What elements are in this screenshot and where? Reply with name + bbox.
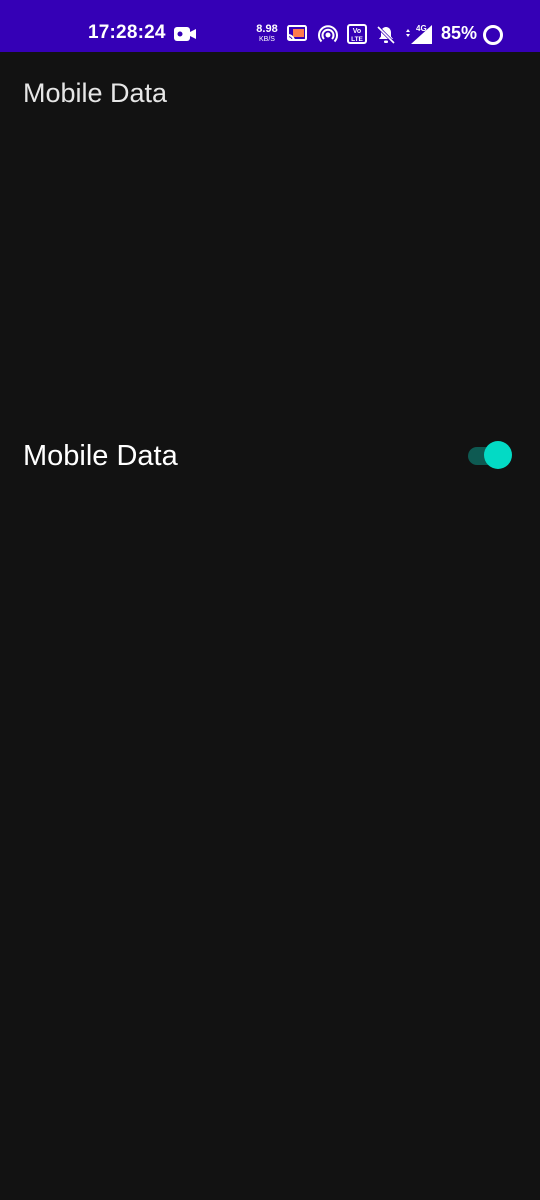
status-time: 17:28:24 [88, 22, 166, 43]
bell-off-icon [376, 25, 396, 45]
status-bar: 17:28:24 8.98 KB/S Vo LTE 4G 85% [0, 0, 540, 52]
volte-icon: Vo LTE [347, 24, 367, 44]
battery-ring-icon [482, 24, 504, 46]
battery-percent: 85% [441, 23, 478, 43]
mobile-data-label: Mobile Data [23, 440, 178, 472]
video-camera-icon [174, 27, 196, 41]
network-speed-unit: KB/S [259, 36, 275, 43]
svg-text:LTE: LTE [351, 36, 363, 43]
toggle-thumb [484, 441, 512, 469]
cast-icon [287, 25, 307, 43]
mobile-data-toggle[interactable] [466, 441, 514, 471]
network-speed-value: 8.98 [256, 23, 278, 35]
svg-text:Vo: Vo [353, 28, 361, 35]
signal-icon: 4G [403, 23, 433, 45]
page-title: Mobile Data [23, 78, 168, 108]
hotspot-icon [318, 25, 338, 45]
mobile-data-setting-row[interactable]: Mobile Data [0, 420, 540, 492]
svg-text:4G: 4G [416, 24, 427, 33]
network-speed: 8.98 KB/S [255, 23, 279, 44]
